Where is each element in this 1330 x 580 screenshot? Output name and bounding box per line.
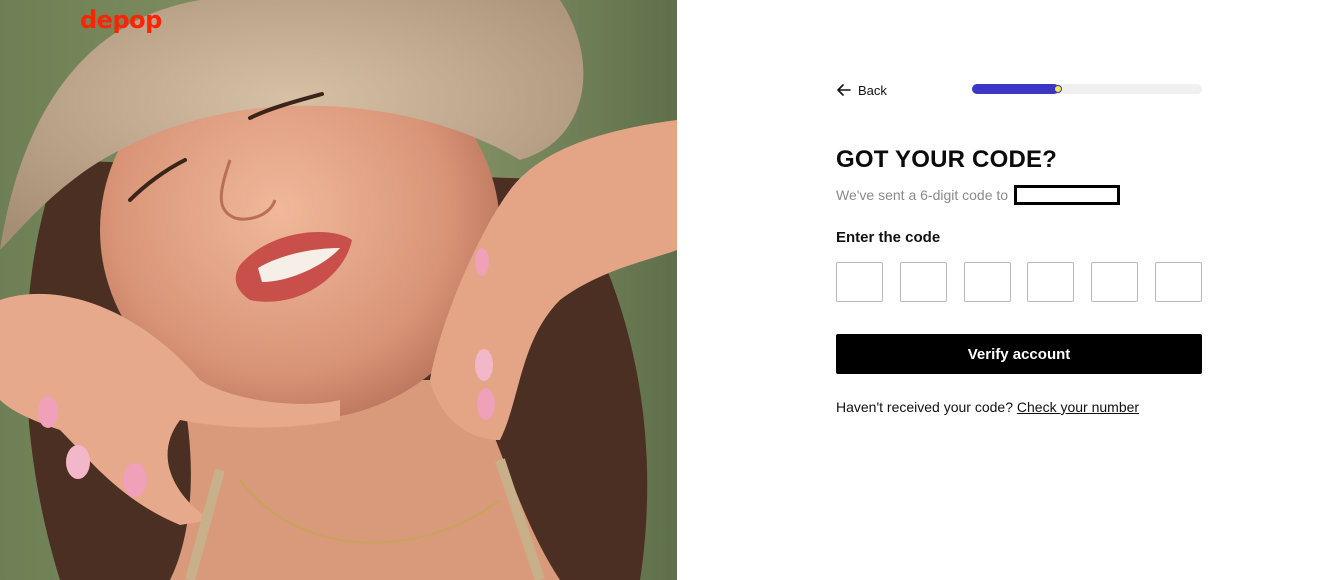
verification-form: Back GOT YOUR CODE? We've sent a 6-digit… xyxy=(836,0,1202,580)
depop-logo[interactable]: depop xyxy=(80,6,162,34)
hero-photo-illustration xyxy=(0,0,677,580)
page-title: GOT YOUR CODE? xyxy=(836,146,1058,173)
progress-bar xyxy=(972,84,1202,94)
resend-help: Haven't received your code? Check your n… xyxy=(836,399,1139,415)
back-label: Back xyxy=(858,82,887,98)
code-digit-3[interactable] xyxy=(963,262,1011,302)
code-digit-6[interactable] xyxy=(1154,262,1202,302)
verify-account-button[interactable]: Verify account xyxy=(836,334,1202,374)
help-prompt: Haven't received your code? xyxy=(836,399,1013,415)
code-digit-1[interactable] xyxy=(836,262,883,302)
redacted-phone-number xyxy=(1014,185,1121,205)
progress-indicator xyxy=(1054,85,1063,93)
code-label: Enter the code xyxy=(836,229,941,246)
code-sent-text: We've sent a 6-digit code to xyxy=(836,187,1009,203)
code-digit-5[interactable] xyxy=(1091,262,1139,302)
code-sent-message: We've sent a 6-digit code to xyxy=(836,185,1121,205)
check-number-link[interactable]: Check your number xyxy=(1017,399,1139,415)
back-button[interactable]: Back xyxy=(836,82,887,98)
hero-photo: depop xyxy=(0,0,677,580)
code-input-group xyxy=(836,262,1202,302)
arrow-left-icon xyxy=(837,84,851,96)
progress-fill xyxy=(972,84,1060,94)
code-digit-2[interactable] xyxy=(899,262,947,302)
code-digit-4[interactable] xyxy=(1027,262,1075,302)
